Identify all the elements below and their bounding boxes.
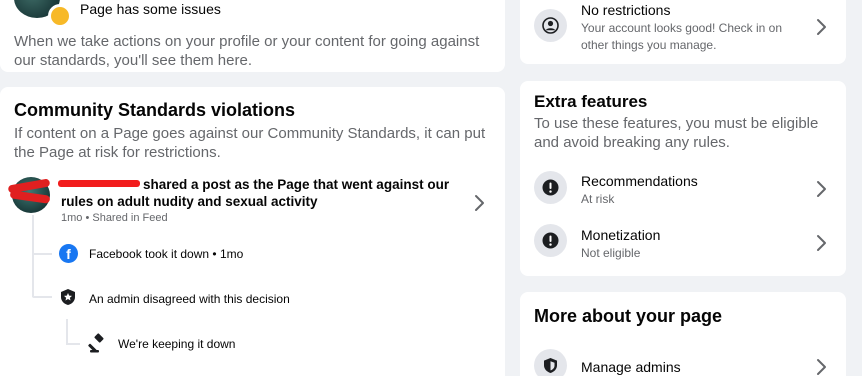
post-meta: 1mo • Shared in Feed (61, 212, 168, 224)
redaction-mark (58, 180, 140, 187)
alert-icon (534, 171, 567, 204)
restrictions-card[interactable]: No restrictions Your account looks good!… (520, 0, 846, 64)
facebook-icon: f (59, 244, 78, 263)
warning-badge-icon (48, 4, 72, 28)
manage-admins-label: Manage admins (581, 359, 681, 375)
extra-features-description: To use these features, you must be eligi… (534, 115, 819, 151)
chevron-right-icon[interactable] (816, 358, 828, 376)
account-icon (534, 9, 567, 42)
thread-line (32, 296, 52, 298)
feature-title: Monetization (581, 227, 661, 243)
feature-status: At risk (581, 192, 615, 206)
restrictions-description: Your account looks good! Check in on oth… (581, 21, 783, 52)
community-standards-card: Community Standards violations If conten… (0, 87, 505, 376)
gavel-icon (88, 333, 108, 358)
shield-icon (59, 288, 77, 311)
thread-line (66, 319, 68, 343)
timeline-item: An admin disagreed with this decision (89, 292, 290, 306)
issues-description: When we take actions on your profile or … (14, 33, 480, 69)
feature-status: Not eligible (581, 246, 641, 260)
more-about-title: More about your page (534, 306, 723, 326)
feature-title: Recommendations (581, 173, 698, 189)
chevron-right-icon[interactable] (474, 194, 486, 217)
page-issues-card: Page has some issues When we take action… (0, 0, 505, 72)
thread-line (32, 215, 34, 297)
extra-features-title: Extra features (534, 92, 648, 111)
issues-title: Page has some issues (80, 1, 221, 17)
restrictions-title: No restrictions (581, 2, 671, 18)
more-about-card: More about your page Manage admins (520, 292, 846, 376)
thread-line (32, 253, 52, 255)
chevron-right-icon[interactable] (816, 18, 828, 41)
thread-line (66, 343, 80, 345)
chevron-right-icon[interactable] (816, 180, 828, 203)
community-standards-description: If content on a Page goes against our Co… (14, 125, 486, 161)
timeline-item: Facebook took it down • 1mo (89, 247, 244, 261)
alert-icon (534, 224, 567, 257)
community-standards-title: Community Standards violations (14, 100, 296, 120)
shield-icon (534, 349, 567, 376)
chevron-right-icon[interactable] (816, 234, 828, 257)
timeline-item: We're keeping it down (118, 337, 236, 351)
extra-features-card: Extra features To use these features, yo… (520, 81, 846, 276)
